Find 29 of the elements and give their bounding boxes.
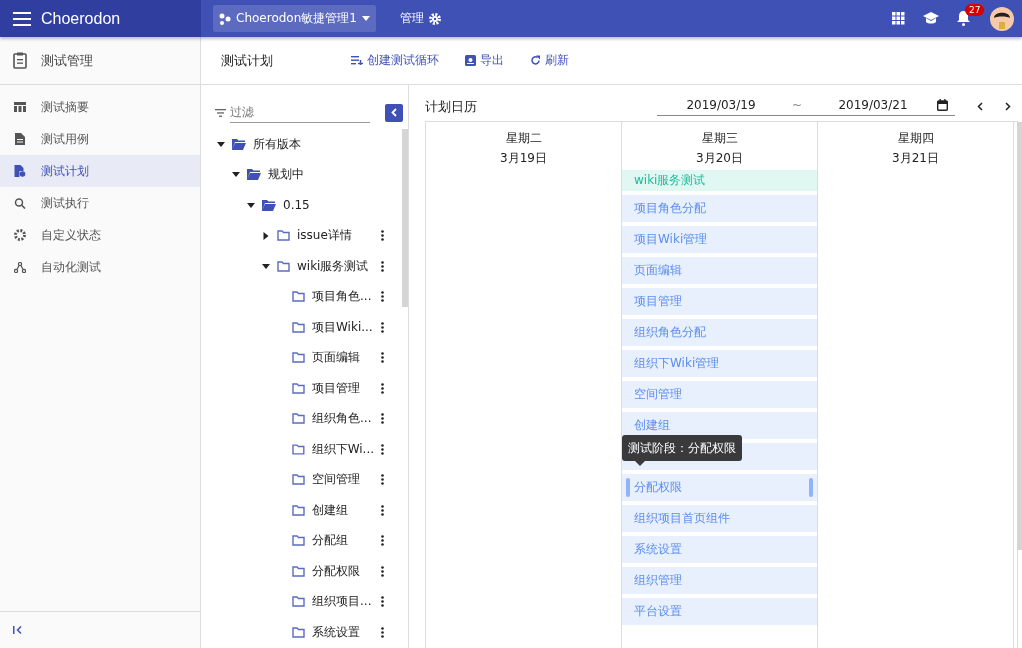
weekday-label: 星期四 [897,130,934,147]
end-date: 2019/03/21 [837,98,909,112]
event-label: 项目Wiki管理 [634,231,708,248]
calendar-title: 计划日历 [425,98,478,116]
tooltip: 测试阶段：分配权限 [622,435,742,461]
event-label: 组织管理 [634,572,682,589]
event-label: 创建组 [634,417,670,434]
date-label: 3月21日 [892,150,939,167]
event-label: 页面编辑 [634,262,682,279]
event-label: wiki服务测试 [634,172,706,189]
event-label: 项目管理 [634,293,682,310]
weekday-label: 星期二 [505,130,542,147]
event-label: 平台设置 [634,603,682,620]
event-label: 分配权限 [634,479,682,496]
date-label: 3月19日 [500,150,547,167]
event-label: 组织角色分配 [634,324,706,341]
page-title: 测试计划 [221,51,273,70]
event-label: 组织项目首页组件 [634,510,730,527]
event-label: 系统设置 [634,541,682,558]
event-label: 项目角色分配 [634,200,706,217]
weekday-label: 星期三 [701,130,738,147]
module-title: 测试管理 [41,51,93,70]
event-label: 空间管理 [634,386,682,403]
start-date: 2019/03/19 [685,98,757,112]
date-label: 3月20日 [696,150,743,167]
brand-name: Choerodon [41,9,121,28]
range-separator: ~ [790,98,804,112]
notification-count: 27 [965,4,985,16]
event-label: 组织下Wiki管理 [634,355,720,372]
